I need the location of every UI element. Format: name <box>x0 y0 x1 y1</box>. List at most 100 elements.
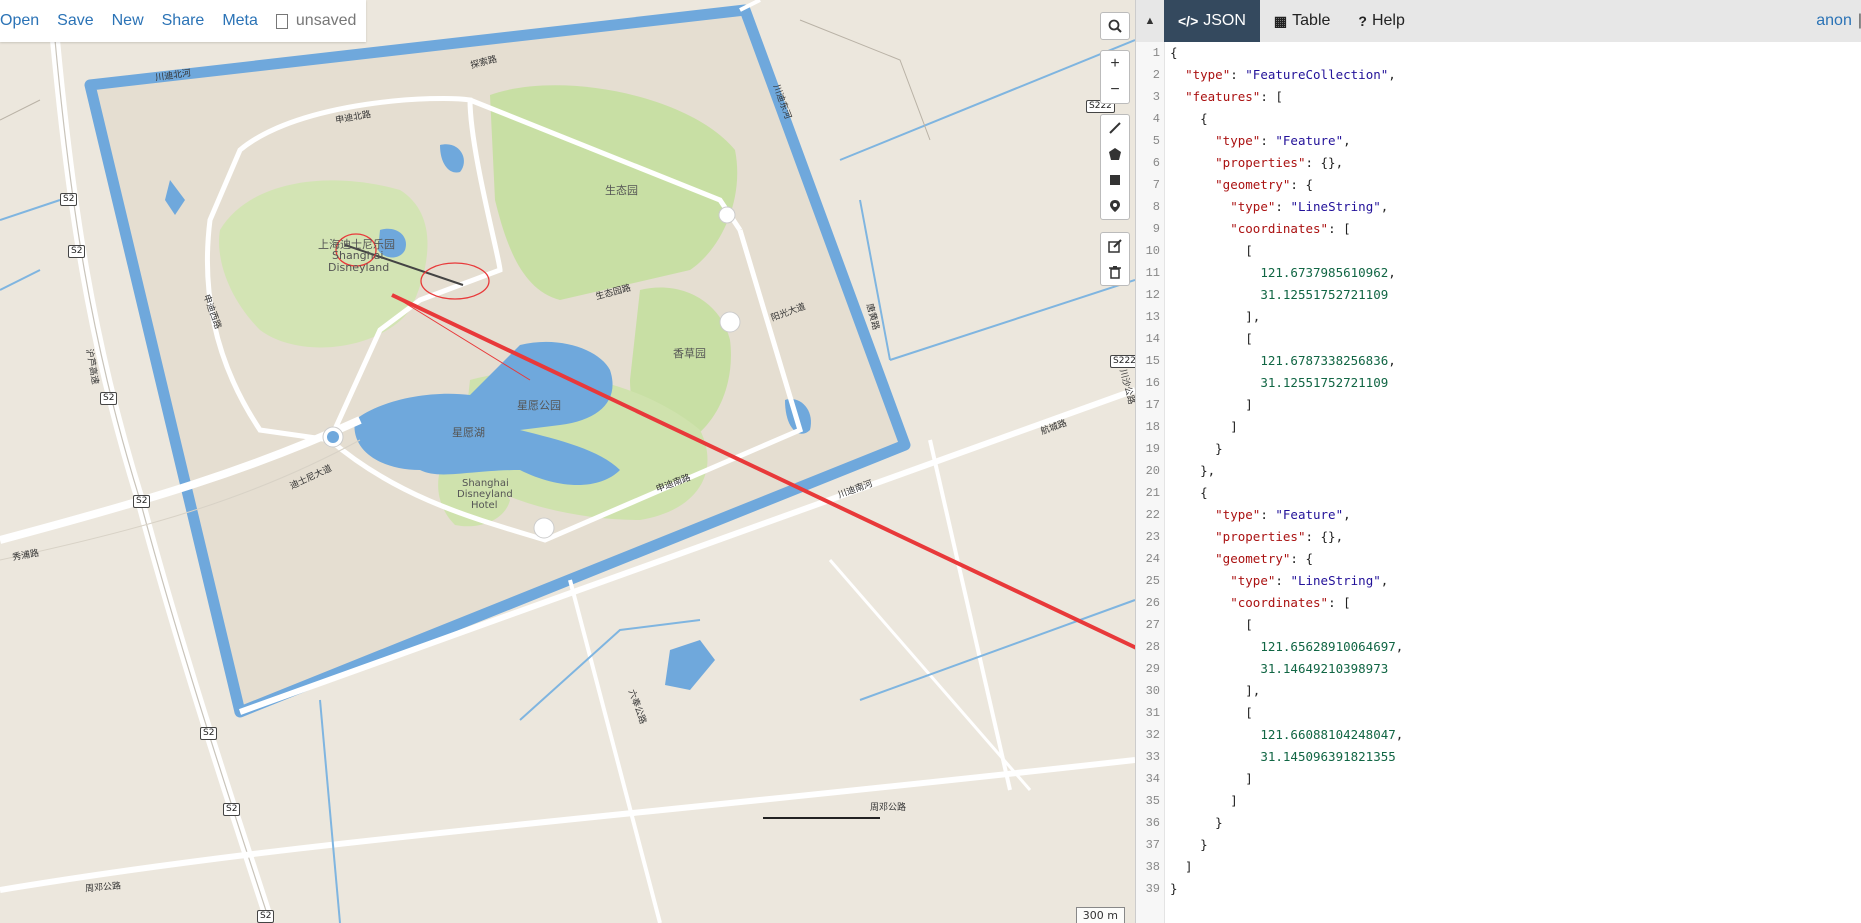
tab-bar: ▲ </> JSON ▦ Table ? Help anon | <box>1136 0 1861 42</box>
zoom-in-button[interactable]: + <box>1101 51 1129 77</box>
code-line: "features": [ <box>1170 86 1861 108</box>
code-token: } <box>1170 881 1178 896</box>
line-number: 30 <box>1145 684 1160 698</box>
code-icon: </> <box>1178 13 1199 29</box>
code-token: 31.12551752721109 <box>1260 287 1389 302</box>
highway-shield: S2 <box>68 245 86 258</box>
line-number: 7 <box>1152 178 1160 192</box>
code-token: : [ <box>1328 595 1351 610</box>
line-number: 22 <box>1145 508 1160 522</box>
share-menu-item[interactable]: Share <box>162 12 217 30</box>
table-icon: ▦ <box>1273 12 1288 29</box>
code-token: }, <box>1170 463 1216 478</box>
code-area[interactable]: { "type": "FeatureCollection", "features… <box>1170 42 1861 900</box>
code-token: ] <box>1170 419 1238 434</box>
highway-shield: S2 <box>223 803 241 816</box>
tab-table[interactable]: ▦ Table <box>1260 0 1344 42</box>
line-number: 10 <box>1145 244 1160 258</box>
place-label: Shanghai <box>462 478 509 489</box>
code-line: 31.12551752721109 <box>1170 372 1861 394</box>
line-number: 3 <box>1152 90 1160 104</box>
code-token: "type" <box>1185 67 1231 82</box>
draw-polygon-icon[interactable] <box>1101 141 1129 167</box>
code-token: { <box>1170 45 1178 60</box>
line-number: 21 <box>1145 486 1160 500</box>
code-token: "properties" <box>1215 155 1306 170</box>
search-icon[interactable] <box>1101 13 1129 39</box>
code-token: [ <box>1170 617 1253 632</box>
code-line: } <box>1170 878 1861 900</box>
code-token: : <box>1260 133 1276 148</box>
code-token: ] <box>1170 397 1253 412</box>
tab-json[interactable]: </> JSON <box>1164 0 1260 42</box>
zoom-out-button[interactable]: − <box>1101 77 1129 103</box>
code-token: , <box>1380 573 1389 588</box>
code-token: { <box>1170 111 1208 126</box>
line-number: 6 <box>1152 156 1160 170</box>
map-tiles <box>0 0 1135 923</box>
place-label: 香草园 <box>673 347 706 360</box>
line-number: 13 <box>1145 310 1160 324</box>
code-line: 31.12551752721109 <box>1170 284 1861 306</box>
highway-shield: S2 <box>257 910 275 923</box>
file-status: unsaved <box>275 12 356 30</box>
code-line: [ <box>1170 614 1861 636</box>
code-line: [ <box>1170 702 1861 724</box>
save-menu-item[interactable]: Save <box>57 12 105 30</box>
code-token: "coordinates" <box>1230 595 1329 610</box>
code-token: 121.65628910064697 <box>1260 639 1396 654</box>
draw-marker-icon[interactable] <box>1101 193 1129 219</box>
draw-rectangle-icon[interactable] <box>1101 167 1129 193</box>
code-token: "FeatureCollection" <box>1245 67 1389 82</box>
user-name[interactable]: anon <box>1816 12 1852 30</box>
highway-shield: S2 <box>100 392 118 405</box>
line-number: 34 <box>1145 772 1160 786</box>
draw-toolbar <box>1100 114 1130 220</box>
code-token: ], <box>1170 683 1261 698</box>
line-number: 27 <box>1145 618 1160 632</box>
code-line: "coordinates": [ <box>1170 592 1861 614</box>
code-token: "geometry" <box>1215 551 1291 566</box>
code-line: { <box>1170 108 1861 130</box>
line-number: 25 <box>1145 574 1160 588</box>
meta-menu-item[interactable]: Meta <box>222 12 270 30</box>
code-line: "coordinates": [ <box>1170 218 1861 240</box>
line-number: 24 <box>1145 552 1160 566</box>
edit-icon[interactable] <box>1101 233 1129 259</box>
code-line: 121.65628910064697, <box>1170 636 1861 658</box>
collapse-icon[interactable]: ▲ <box>1136 0 1164 42</box>
map-canvas[interactable]: 上海迪士尼乐园 Shanghai Disneyland 生态园 香草园 星愿公园… <box>0 0 1135 923</box>
line-number: 29 <box>1145 662 1160 676</box>
code-token: , <box>1343 507 1351 522</box>
code-line: "type": "Feature", <box>1170 130 1861 152</box>
draw-line-icon[interactable] <box>1101 115 1129 141</box>
line-number: 17 <box>1145 398 1160 412</box>
highway-shield: S222 <box>1110 355 1135 368</box>
user-menu[interactable]: anon | <box>1816 0 1861 42</box>
open-menu-item[interactable]: Open <box>0 12 51 30</box>
line-number: 16 <box>1145 376 1160 390</box>
code-line: "type": "Feature", <box>1170 504 1861 526</box>
code-token: } <box>1170 815 1223 830</box>
tab-help[interactable]: ? Help <box>1344 0 1418 42</box>
line-number: 32 <box>1145 728 1160 742</box>
line-number: 14 <box>1145 332 1160 346</box>
line-number: 28 <box>1145 640 1160 654</box>
top-menu: Open Save New Share Meta unsaved <box>0 0 366 42</box>
code-line: } <box>1170 812 1861 834</box>
road-label: 周邓公路 <box>870 803 907 813</box>
json-editor[interactable]: 1 2 3 4 5 6 7 8 9 10 11 12 13 14 15 16 17 18 19 20 21 22 23 24 2… <box>1136 42 1861 923</box>
code-token: : <box>1275 199 1291 214</box>
new-menu-item[interactable]: New <box>112 12 156 30</box>
place-label: Disneyland <box>328 261 390 274</box>
line-number: 39 <box>1145 882 1160 896</box>
trash-icon[interactable] <box>1101 259 1129 285</box>
code-line: 121.6787338256836, <box>1170 350 1861 372</box>
